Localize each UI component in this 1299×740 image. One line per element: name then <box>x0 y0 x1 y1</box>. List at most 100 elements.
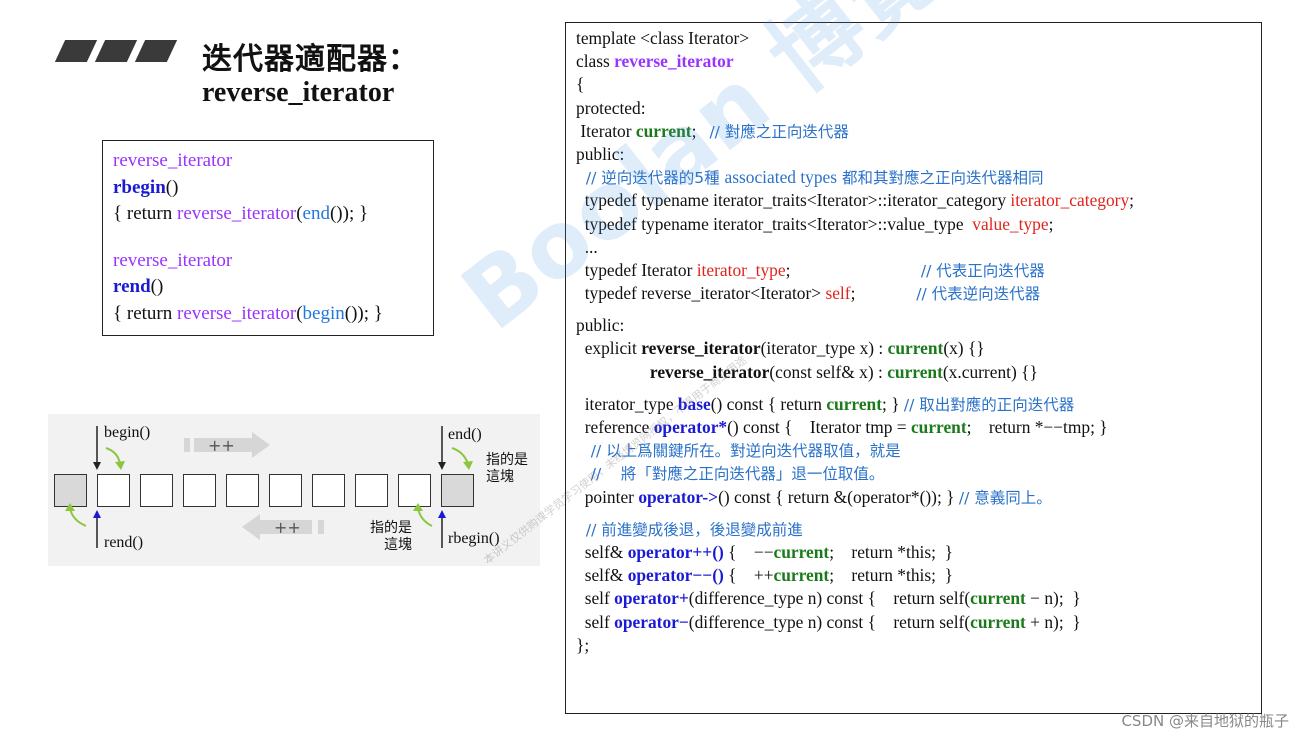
code-line: typedef typename iterator_traits<Iterato… <box>576 213 1261 236</box>
code-token: current <box>910 417 967 437</box>
code-line: reverse_iterator <box>113 248 423 275</box>
rend-pointer-icon <box>93 510 101 548</box>
code-token: current <box>826 393 883 414</box>
code-comment: associated types <box>724 167 838 188</box>
decoration-bar <box>134 40 178 62</box>
title-decoration <box>54 40 178 62</box>
code-token: current <box>970 611 1026 632</box>
page-subtitle: reverse_iterator <box>202 77 395 108</box>
curved-arrow-icon <box>451 447 469 465</box>
code-token: ; return *this; } <box>829 541 953 562</box>
code-token: ; } <box>882 393 904 414</box>
code-token: ()); } <box>329 203 369 224</box>
code-line: self operator−(difference_type n) const … <box>576 611 1261 634</box>
code-token: explicit <box>576 338 642 359</box>
end-label: end() <box>448 426 482 443</box>
code-token: () const { Iterator tmp = <box>727 417 911 437</box>
code-line: reference operator*() const { Iterator t… <box>576 416 1261 439</box>
code-token: ; <box>785 259 921 280</box>
page-title: 迭代器適配器： <box>202 42 419 77</box>
code-token: iterator_type <box>576 393 678 414</box>
code-token: operator− <box>614 611 689 632</box>
code-line: explicit reverse_iterator(iterator_type … <box>576 337 1261 360</box>
rbegin-label: rbegin() <box>448 530 500 547</box>
code-token: end <box>302 203 330 224</box>
code-token: reverse_iterator <box>177 203 297 224</box>
code-token: ()); } <box>344 302 383 324</box>
end-pointer-icon <box>438 426 446 470</box>
code-token: reverse_iterator <box>177 302 297 324</box>
curved-arrow-icon <box>105 447 121 465</box>
code-token: (iterator_type x) : <box>760 338 888 359</box>
code-token: current <box>773 565 830 586</box>
reverse-iterator-code-box: template <class Iterator> class reverse_… <box>565 22 1262 714</box>
code-token: public: <box>576 315 625 336</box>
code-comment: // 將「對應之正向迭代器」退一位取值。 <box>576 465 885 484</box>
code-token: ; return *−−tmp; } <box>966 417 1108 437</box>
code-line: { return reverse_iterator(begin()); } <box>113 301 423 328</box>
curved-arrow-head-icon <box>413 503 423 511</box>
code-token: typedef reverse_iterator<Iterator> <box>576 283 826 304</box>
code-token: ; return *this; } <box>829 565 953 586</box>
code-comment: // 逆向迭代器的5種 <box>576 169 725 188</box>
code-token: class <box>576 51 615 72</box>
rbegin-pointer-icon <box>438 510 446 548</box>
code-line: self& operator++() { −−current; return *… <box>576 541 1261 564</box>
curved-arrow-head-icon <box>65 503 75 511</box>
code-line: template <class Iterator> <box>576 27 1261 50</box>
code-token: begin <box>302 302 345 324</box>
code-line: }; <box>576 634 1261 657</box>
code-comment: // 對應之正向迭代器 <box>709 122 849 141</box>
code-token: current <box>887 338 944 359</box>
code-line: rbegin() <box>113 175 423 202</box>
code-line: { <box>576 73 1261 96</box>
code-line: iterator_type base() const { return curr… <box>576 393 1261 416</box>
decoration-bar <box>54 40 98 62</box>
code-token: () <box>165 176 179 198</box>
code-token: self& <box>576 541 628 562</box>
code-gap <box>576 384 1261 393</box>
increment-label: ++ <box>208 436 235 455</box>
code-line: Iterator current; // 對應之正向迭代器 <box>576 120 1261 143</box>
code-token: { ++ <box>723 565 774 586</box>
code-token: operator* <box>653 417 728 437</box>
code-line: typedef reverse_iterator<Iterator> self;… <box>576 282 1261 305</box>
code-token: (x) {} <box>943 338 985 359</box>
code-token: { −− <box>723 541 774 562</box>
code-line: { return reverse_iterator(end()); } <box>113 201 423 228</box>
code-token: ; <box>691 120 710 141</box>
code-line: typedef typename iterator_traits<Iterato… <box>576 189 1261 212</box>
code-line: // 以上爲關鍵所在。對逆向迭代器取值，就是 <box>576 439 1261 462</box>
code-comment: 都和其對應之正向迭代器相同 <box>837 169 1044 188</box>
points-here-text: 指的是 <box>486 452 528 468</box>
code-token: template <class Iterator> <box>576 28 750 48</box>
code-token: Iterator <box>576 120 636 141</box>
code-line: self operator+(difference_type n) const … <box>576 587 1261 610</box>
code-token: { <box>576 74 585 95</box>
code-token: { return <box>113 302 177 324</box>
code-token: }; <box>576 634 590 655</box>
code-token: reverse_iterator <box>113 249 233 271</box>
code-comment: // 前進變成後退，後退變成前進 <box>576 520 803 539</box>
code-token: iterator_type <box>696 259 786 280</box>
code-token: self <box>825 283 851 304</box>
code-gap <box>113 228 423 248</box>
code-line: class reverse_iterator <box>576 50 1261 73</box>
code-line: reverse_iterator(const self& x) : curren… <box>576 361 1261 384</box>
code-token: reverse_iterator <box>113 150 233 171</box>
code-line: // 前進變成後退，後退變成前進 <box>576 518 1261 541</box>
code-line: pointer operator->() const { return &(op… <box>576 486 1261 509</box>
code-line: protected: <box>576 97 1261 120</box>
points-here-note: 指的是 這塊 <box>486 452 528 486</box>
code-token: reference <box>576 417 654 437</box>
code-token: (const self& x) : <box>769 361 888 382</box>
code-token: self <box>576 611 615 632</box>
code-line: ... <box>576 236 1261 259</box>
code-token: typedef Iterator <box>576 259 697 280</box>
code-token: value_type <box>972 213 1049 234</box>
curved-arrow-head-icon <box>463 461 473 470</box>
points-here-text: 指的是 <box>370 520 412 536</box>
code-token: operator++() <box>627 541 724 562</box>
code-token: ; <box>1129 190 1135 211</box>
